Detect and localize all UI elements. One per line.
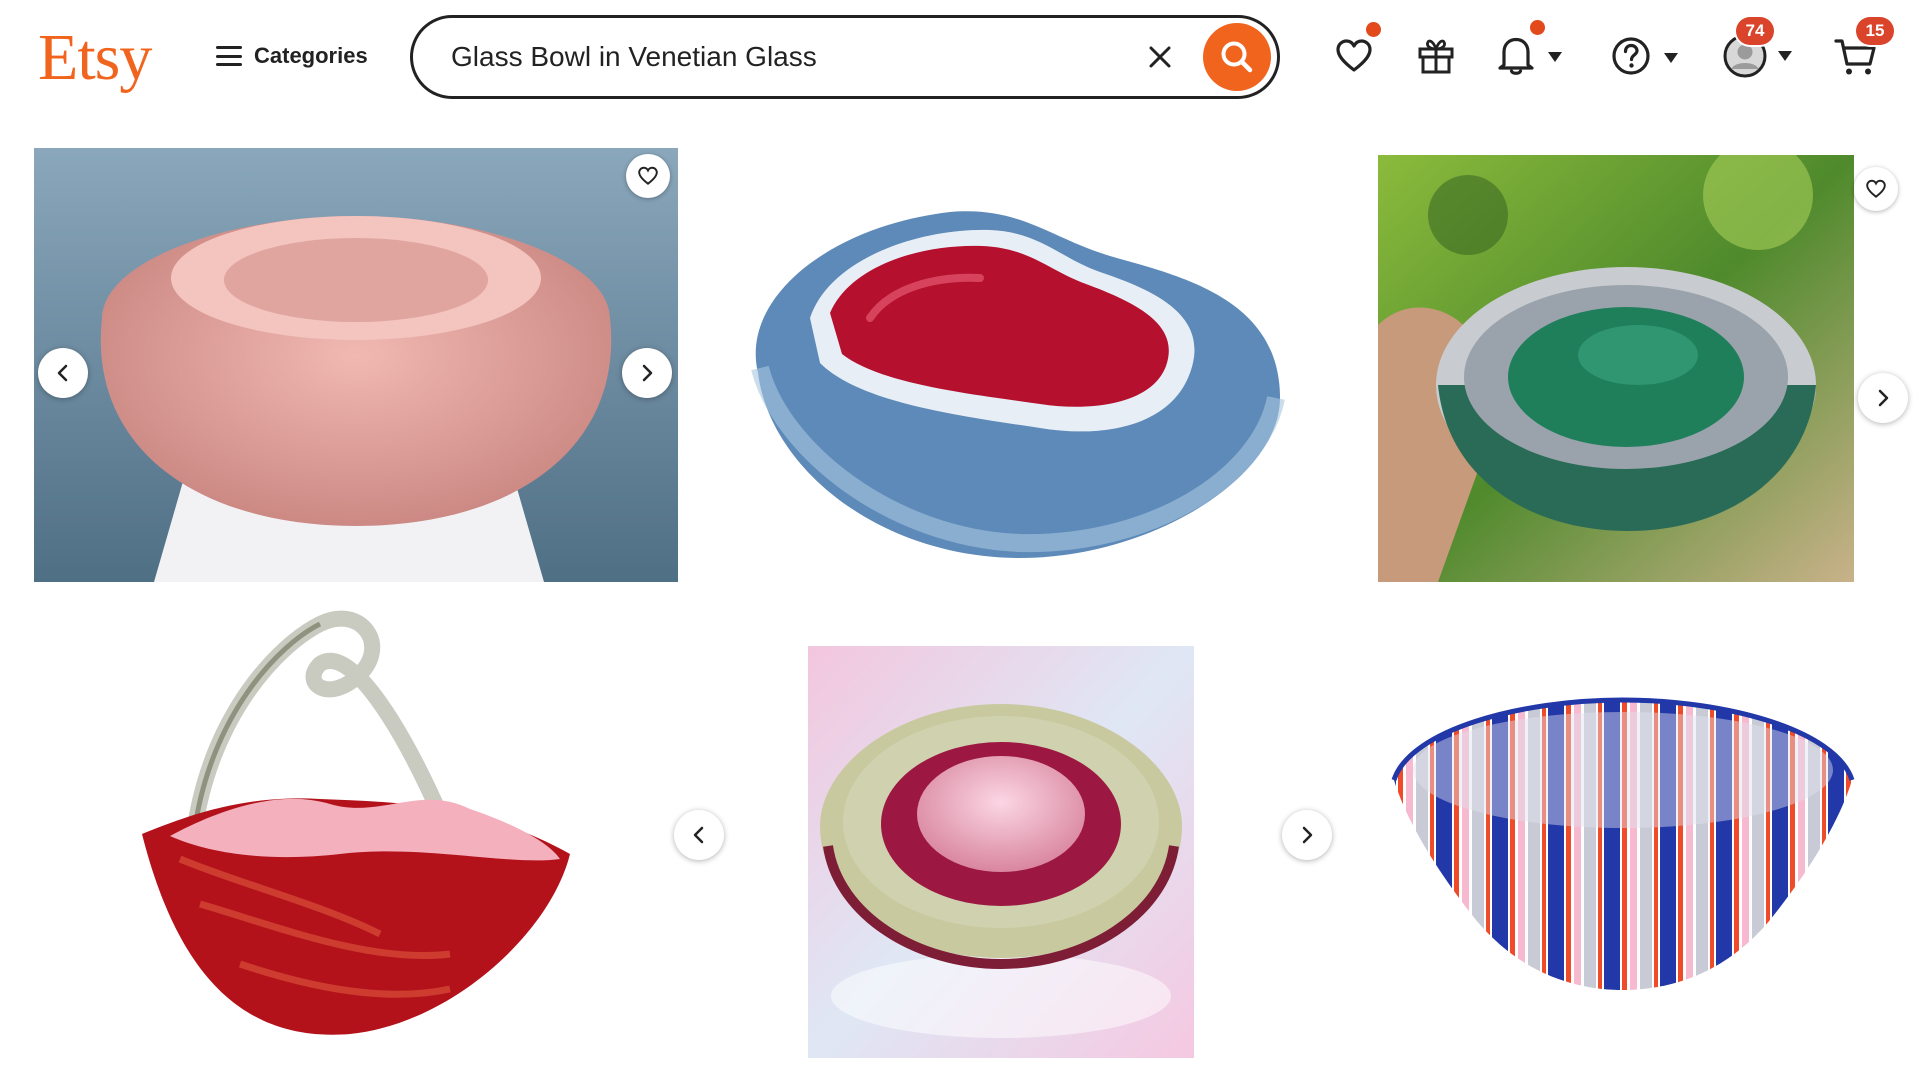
search-input[interactable]: [451, 34, 1111, 80]
heart-icon: [1866, 179, 1886, 198]
etsy-search-page: Etsy Categories Glass Bowl in Venetian G…: [0, 0, 1920, 1080]
search-bar: [410, 15, 1280, 99]
search-icon: [1221, 41, 1253, 73]
listing-image[interactable]: [1378, 155, 1854, 582]
listing-image[interactable]: [34, 148, 678, 582]
listing-card[interactable]: [34, 148, 678, 582]
magenta-ashtray-image: [808, 646, 1194, 1058]
listing-image[interactable]: [120, 604, 580, 1044]
heart-icon: [1336, 39, 1372, 72]
bell-icon: [1498, 37, 1534, 75]
chevron-left-icon: [693, 826, 704, 844]
categories-label: Categories: [254, 43, 368, 68]
help-icon: [1612, 37, 1650, 75]
heart-icon: [638, 166, 658, 185]
clear-search-button[interactable]: [1143, 40, 1177, 74]
pink-frosted-bowl-image: [34, 148, 678, 582]
listing-card[interactable]: [120, 604, 580, 1044]
blue-red-sommerso-bowl-image: [720, 148, 1320, 582]
search-submit-button[interactable]: [1203, 23, 1271, 91]
listing-card[interactable]: [720, 148, 1320, 582]
chevron-right-icon: [1878, 389, 1889, 407]
favorite-button[interactable]: [626, 154, 670, 198]
image-prev-button[interactable]: [38, 348, 88, 398]
listing-image[interactable]: [1380, 690, 1866, 1000]
listing-image[interactable]: [720, 148, 1320, 582]
cart-count-badge: 15: [1856, 17, 1894, 45]
account-notification-badge: 74: [1736, 17, 1774, 45]
gift-mode-button[interactable]: [1416, 36, 1456, 76]
chevron-down-icon: [1778, 51, 1792, 61]
red-basket-image: [120, 604, 580, 1044]
cart-button[interactable]: 15: [1834, 17, 1894, 78]
favorites-notification-dot: [1366, 22, 1381, 37]
chevron-right-icon: [642, 364, 653, 382]
chevron-right-icon: [1302, 826, 1313, 844]
notifications-button[interactable]: [1496, 20, 1566, 78]
gift-icon: [1418, 39, 1454, 74]
etsy-logo[interactable]: Etsy: [38, 18, 152, 98]
favorites-button[interactable]: [1334, 22, 1381, 76]
menu-icon: [216, 46, 242, 66]
notifications-dot: [1530, 20, 1545, 35]
listing-card[interactable]: [1378, 155, 1908, 582]
green-silver-bowl-image: [1378, 155, 1854, 582]
image-next-button[interactable]: [1858, 373, 1908, 423]
listing-card[interactable]: [674, 646, 1334, 1058]
help-menu-button[interactable]: [1610, 35, 1682, 79]
chevron-down-icon: [1664, 53, 1678, 63]
listing-card[interactable]: [1380, 690, 1866, 1000]
image-prev-button[interactable]: [674, 810, 724, 860]
listing-image[interactable]: [808, 646, 1194, 1058]
image-next-button[interactable]: [1282, 810, 1332, 860]
chevron-down-icon: [1548, 52, 1562, 62]
chevron-left-icon: [57, 364, 68, 382]
striped-filigrana-bowl-image: [1380, 690, 1866, 1000]
categories-menu-button[interactable]: Categories: [216, 36, 368, 76]
image-next-button[interactable]: [622, 348, 672, 398]
account-menu-button[interactable]: 74: [1722, 17, 1796, 79]
close-icon: [1149, 46, 1171, 68]
favorite-button[interactable]: [1854, 167, 1898, 211]
